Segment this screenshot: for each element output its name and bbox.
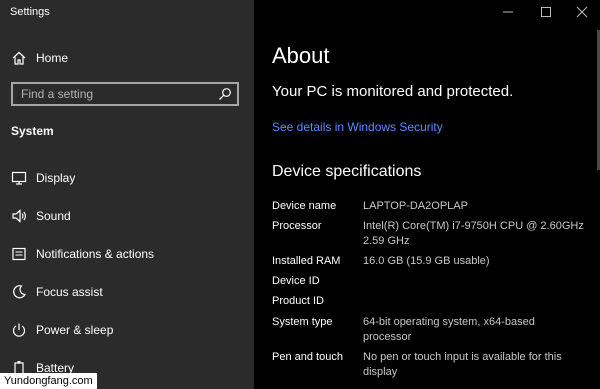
watermark: Yundongfang.com [0, 373, 97, 389]
focus-assist-icon [11, 284, 27, 300]
sidebar-item-label: Sound [36, 209, 71, 223]
windows-security-link[interactable]: See details in Windows Security [272, 120, 443, 134]
app-title: Settings [10, 6, 50, 18]
search-icon[interactable] [218, 87, 232, 101]
minimize-icon[interactable] [498, 4, 518, 20]
page-title: About [272, 43, 330, 68]
home-icon [11, 50, 27, 66]
spec-label-product-id: Product ID [272, 295, 324, 307]
sidebar-item-label: Power & sleep [36, 323, 114, 337]
spec-label-device-id: Device ID [272, 275, 320, 287]
spec-label-installed-ram: Installed RAM [272, 255, 341, 267]
sidebar-item-power-sleep[interactable]: Power & sleep [0, 314, 254, 346]
spec-value-processor: Intel(R) Core(TM) i7-9750H CPU @ 2.60GHz… [363, 220, 584, 247]
spec-label-device-name: Device name [272, 200, 337, 212]
spec-value-device-name: LAPTOP-DA2OPLAP [363, 200, 468, 212]
maximize-icon[interactable] [536, 4, 556, 20]
sidebar-item-label: Display [36, 171, 76, 185]
section-heading-system: System [11, 124, 54, 138]
sidebar-item-display[interactable]: Display [0, 162, 254, 194]
spec-label-system-type: System type [272, 316, 333, 328]
search-box[interactable] [11, 82, 239, 106]
protection-status: Your PC is monitored and protected. [272, 83, 514, 100]
spec-value-installed-ram: 16.0 GB (15.9 GB usable) [363, 255, 490, 267]
sidebar: Settings Home System Display Sound Notif… [0, 0, 254, 389]
nav-home-label: Home [36, 51, 69, 65]
search-input[interactable] [13, 84, 217, 104]
nav-home[interactable]: Home [0, 42, 254, 74]
sidebar-item-sound[interactable]: Sound [0, 200, 254, 232]
spec-value-pen-touch: No pen or touch input is available for t… [363, 351, 562, 378]
spec-label-pen-touch: Pen and touch [272, 351, 343, 363]
sidebar-item-focus-assist[interactable]: Focus assist [0, 276, 254, 308]
spec-label-processor: Processor [272, 220, 322, 232]
sidebar-item-label: Focus assist [36, 285, 103, 299]
spec-value-system-type: 64-bit operating system, x64-based proce… [363, 316, 535, 343]
main-panel: About Your PC is monitored and protected… [254, 0, 600, 389]
sound-icon [11, 208, 27, 224]
notifications-icon [11, 246, 27, 262]
sidebar-item-notifications[interactable]: Notifications & actions [0, 238, 254, 270]
device-specifications-heading: Device specifications [272, 163, 422, 180]
power-icon [11, 322, 27, 338]
close-icon[interactable] [572, 4, 592, 20]
display-icon [11, 170, 27, 186]
sidebar-item-label: Notifications & actions [36, 247, 155, 261]
